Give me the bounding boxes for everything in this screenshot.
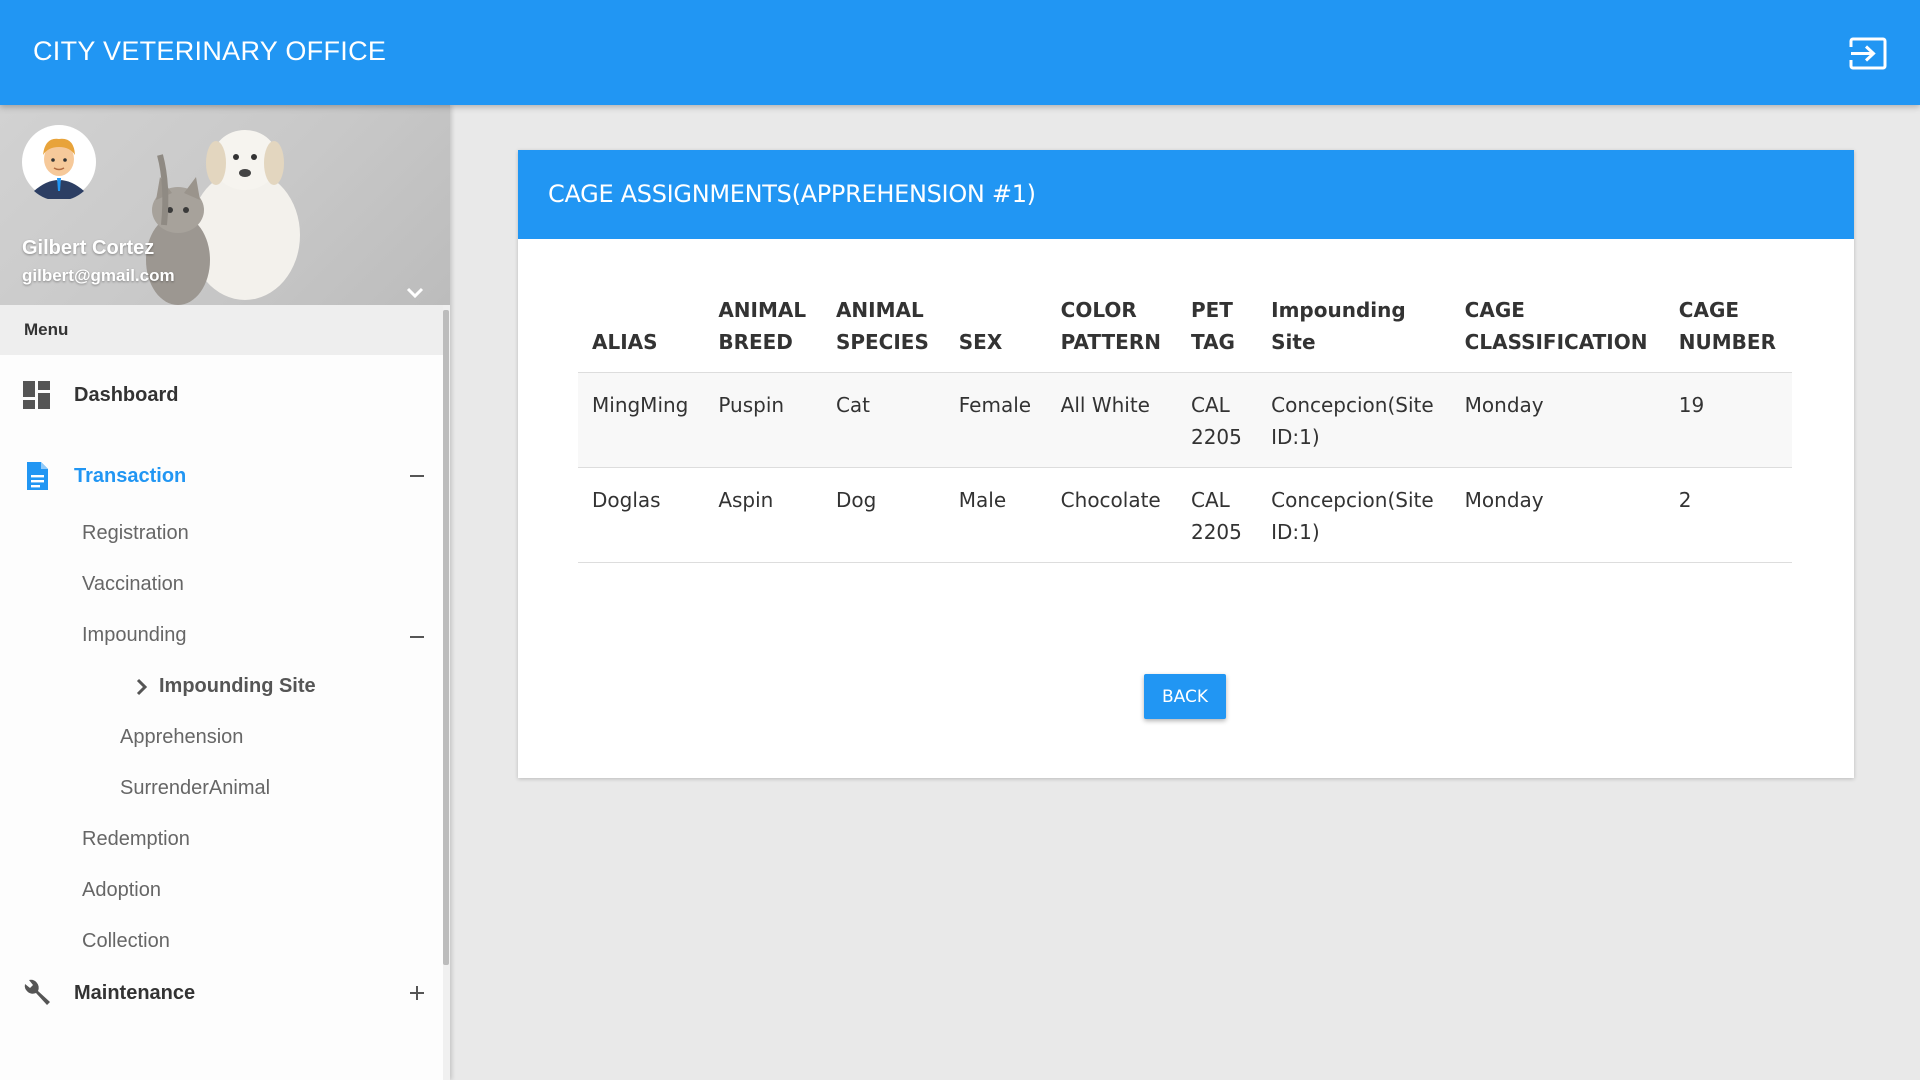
column-header-impounding-site: Impounding Site xyxy=(1257,294,1451,373)
cell-pet-tag: CAL 2205 xyxy=(1176,467,1258,563)
chevron-down-icon[interactable] xyxy=(403,280,427,304)
sidebar-item-impounding[interactable]: Impounding xyxy=(82,624,187,647)
sidebar-item-registration[interactable]: Registration xyxy=(82,522,189,545)
cell-cage-number: 19 xyxy=(1664,372,1792,468)
collapse-minus-icon[interactable] xyxy=(405,464,429,488)
cell-alias: Doglas xyxy=(578,467,705,563)
cell-color-pattern: All White xyxy=(1046,372,1177,468)
exit-to-app-icon[interactable] xyxy=(1849,37,1887,70)
cell-cage-number: 2 xyxy=(1664,467,1792,563)
cell-animal-species: Dog xyxy=(821,467,945,563)
cell-impounding-site: Concepcion(Site ID:1) xyxy=(1257,467,1451,563)
cell-alias: MingMing xyxy=(578,372,705,468)
cage-assignments-table: ALIAS ANIMAL BREED ANIMAL SPECIES SEX COLO… xyxy=(578,294,1792,563)
column-header-color-pattern: COLOR PATTERN xyxy=(1046,294,1177,373)
dashboard-icon xyxy=(23,381,50,409)
table-header-row: ALIAS ANIMAL BREED ANIMAL SPECIES SEX COLO… xyxy=(578,294,1792,373)
column-header-sex: SEX xyxy=(944,294,1047,373)
sidebar-item-label: Dashboard xyxy=(74,383,179,406)
column-header-cage-classification: CAGE CLASSIFICATION xyxy=(1450,294,1665,373)
column-header-animal-breed: ANIMAL BREED xyxy=(704,294,822,373)
sidebar-menu: Dashboard Transaction Registration Vacci… xyxy=(0,355,450,1080)
cell-animal-species: Cat xyxy=(821,372,945,468)
cell-cage-classification: Monday xyxy=(1450,372,1665,468)
cell-animal-breed: Puspin xyxy=(704,372,822,468)
sidebar-item-collection[interactable]: Collection xyxy=(82,930,170,953)
column-header-animal-species: ANIMAL SPECIES xyxy=(821,294,945,373)
column-header-cage-number: CAGE NUMBER xyxy=(1664,294,1792,373)
expand-plus-icon[interactable] xyxy=(405,981,429,1005)
sidebar-item-transaction[interactable]: Transaction xyxy=(0,454,440,498)
column-header-alias: ALIAS xyxy=(578,294,705,373)
document-icon xyxy=(27,462,48,490)
cell-color-pattern: Chocolate xyxy=(1046,467,1177,563)
app-title: CITY VETERINARY OFFICE xyxy=(33,36,387,66)
sidebar-item-adoption[interactable]: Adoption xyxy=(82,879,161,902)
cell-sex: Female xyxy=(944,372,1047,468)
card-header: CAGE ASSIGNMENTS(APPREHENSION #1) xyxy=(518,150,1854,239)
sidebar-item-impounding-site[interactable]: Impounding Site xyxy=(159,675,316,698)
cell-sex: Male xyxy=(944,467,1047,563)
cell-pet-tag: CAL 2205 xyxy=(1176,372,1258,468)
table-row: MingMing Puspin Cat Female All White CAL… xyxy=(578,372,1792,468)
menu-header: Menu xyxy=(0,305,450,355)
sidebar-item-maintenance[interactable]: Maintenance xyxy=(0,971,440,1015)
sidebar-item-vaccination[interactable]: Vaccination xyxy=(82,573,184,596)
cell-cage-classification: Monday xyxy=(1450,467,1665,563)
user-info-panel: Gilbert Cortez gilbert@gmail.com xyxy=(0,105,450,305)
sidebar-item-apprehension[interactable]: Apprehension xyxy=(120,726,243,749)
card-title: CAGE ASSIGNMENTS(APPREHENSION #1) xyxy=(548,180,1036,208)
cell-impounding-site: Concepcion(Site ID:1) xyxy=(1257,372,1451,468)
cage-assignments-card: CAGE ASSIGNMENTS(APPREHENSION #1) ALIAS … xyxy=(518,150,1854,778)
avatar xyxy=(22,125,96,199)
chevron-right-icon xyxy=(136,678,148,696)
sidebar-item-redemption[interactable]: Redemption xyxy=(82,828,190,851)
collapse-minus-icon[interactable] xyxy=(405,625,429,649)
cell-animal-breed: Aspin xyxy=(704,467,822,563)
user-name: Gilbert Cortez xyxy=(22,237,155,259)
user-email: gilbert@gmail.com xyxy=(22,266,175,285)
back-button[interactable]: BACK xyxy=(1144,674,1226,719)
sidebar-item-label: Maintenance xyxy=(74,981,196,1004)
column-header-pet-tag: PET TAG xyxy=(1176,294,1258,373)
sidebar-item-surrender-animal[interactable]: SurrenderAnimal xyxy=(120,777,270,800)
sidebar: Gilbert Cortez gilbert@gmail.com Menu Da… xyxy=(0,105,450,1080)
table-row: Doglas Aspin Dog Male Chocolate CAL 2205 … xyxy=(578,467,1792,563)
wrench-icon xyxy=(24,979,50,1005)
sidebar-item-dashboard[interactable]: Dashboard xyxy=(0,373,440,417)
top-app-bar: CITY VETERINARY OFFICE xyxy=(0,0,1920,105)
sidebar-item-label: Transaction xyxy=(74,464,187,487)
